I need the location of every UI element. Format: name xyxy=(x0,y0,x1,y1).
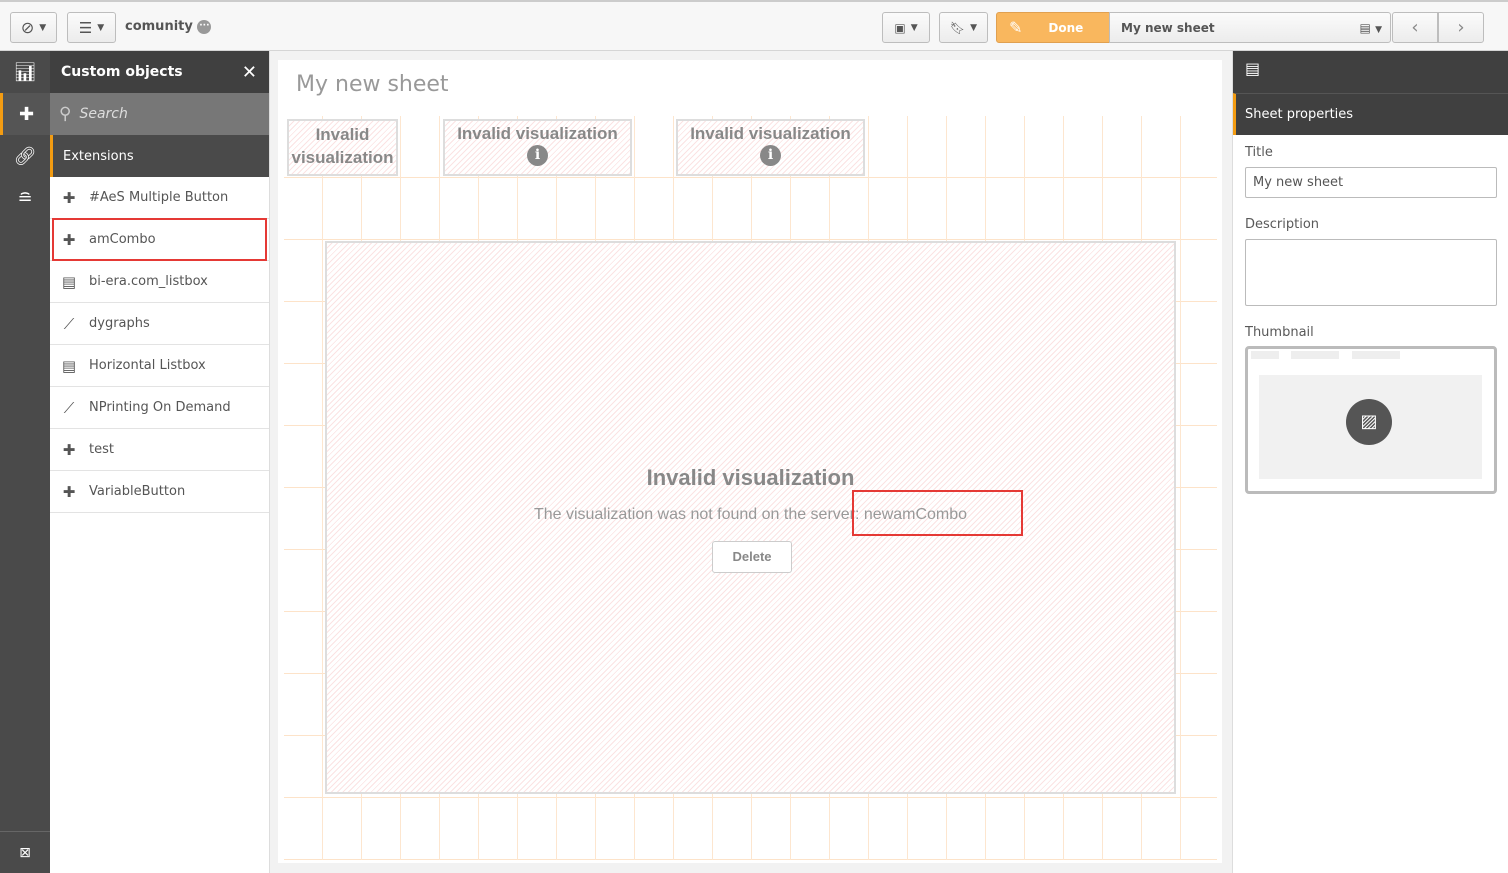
highlight-box xyxy=(52,218,267,261)
extension-item[interactable]: ⟋ NPrinting On Demand xyxy=(50,387,269,429)
puzzle-icon: ✚ xyxy=(62,482,76,501)
app-name[interactable]: comunity ··· xyxy=(125,19,212,34)
extension-label: test xyxy=(89,442,114,457)
custom-objects-panel: Custom objects ✕ ⚲ Search Extensions ✚ #AeS… xyxy=(50,51,270,873)
story-button[interactable]: ▣ ▼ xyxy=(882,12,930,43)
line-chart-icon: ⟋ xyxy=(63,398,75,417)
title-input[interactable]: My new sheet xyxy=(1245,167,1497,198)
more-icon: ··· xyxy=(197,19,212,34)
extension-label: dygraphs xyxy=(89,316,150,331)
highlight-box xyxy=(852,490,1023,536)
present-icon: ▣ xyxy=(894,20,906,35)
viz-error-title: Invalid visualization xyxy=(646,465,855,490)
sheet-icon: ▤ xyxy=(1245,59,1261,78)
puzzle-icon: ✚ xyxy=(62,188,76,207)
search-icon: ⚲ xyxy=(59,104,72,124)
navigation-menu-button[interactable]: ⊘ ▼ xyxy=(10,12,57,43)
extension-item[interactable]: ✚ test xyxy=(50,429,269,471)
extension-item[interactable]: ✚ #AeS Multiple Button xyxy=(50,177,269,219)
extension-item[interactable]: ⟋ dygraphs xyxy=(50,303,269,345)
asset-rail: 📊︎ ✚ 🔗︎ ≘ ⊠ xyxy=(0,51,50,873)
invalid-viz-2[interactable]: Invalid visualization i xyxy=(443,119,632,176)
invalid-viz-main[interactable]: Invalid visualization The visualization … xyxy=(325,241,1176,794)
thumbnail-label: Thumbnail xyxy=(1245,325,1314,340)
extension-label: bi-era.com_listbox xyxy=(89,274,208,289)
close-icon[interactable]: ✕ xyxy=(242,62,257,83)
puzzle-icon: ✚ xyxy=(62,440,76,459)
chevron-left-icon: ‹ xyxy=(1411,17,1419,38)
properties-panel: ▤ Sheet properties Title My new sheet De… xyxy=(1232,51,1508,873)
viz-error-message: The visualization was not found on the s… xyxy=(533,506,968,523)
bar-chart-icon: 📊︎ xyxy=(13,61,37,83)
sheet-title[interactable]: My new sheet xyxy=(296,72,449,97)
description-input[interactable] xyxy=(1245,239,1497,306)
sheet-icon: ▤ xyxy=(1359,20,1371,35)
custom-objects-tab[interactable]: ✚ xyxy=(0,93,50,135)
delete-button[interactable]: Delete xyxy=(712,541,792,573)
extension-item[interactable]: ✚ amCombo xyxy=(50,218,269,261)
invalid-viz-3[interactable]: Invalid visualization i xyxy=(676,119,865,176)
list-icon: ☰ xyxy=(78,18,93,37)
bookmark-button[interactable]: 🔖︎ ▼ xyxy=(939,12,988,43)
image-icon: ▨ xyxy=(1346,399,1392,445)
bookmark-icon: 🔖︎ xyxy=(949,20,966,35)
extension-label: VariableButton xyxy=(89,484,186,499)
description-label: Description xyxy=(1245,217,1320,232)
extension-item[interactable]: ▤ bi-era.com_listbox xyxy=(50,261,269,303)
sheet-properties-header[interactable]: Sheet properties xyxy=(1233,93,1508,135)
line-chart-icon: ⟋ xyxy=(63,314,75,333)
extension-label: Horizontal Listbox xyxy=(89,358,206,373)
charts-tab[interactable]: 📊︎ xyxy=(0,51,50,93)
invalid-viz-1[interactable]: Invalid visualization xyxy=(287,119,398,176)
next-sheet-button[interactable]: › xyxy=(1438,12,1484,43)
extensions-category[interactable]: Extensions xyxy=(50,135,269,177)
info-icon[interactable]: i xyxy=(527,145,548,166)
listbox-icon: ▤ xyxy=(61,356,77,375)
variable-icon: ⊠ xyxy=(19,844,31,861)
listbox-icon: ▤ xyxy=(61,272,77,291)
thumbnail-picker[interactable]: ▨ xyxy=(1245,346,1497,494)
title-label: Title xyxy=(1245,145,1273,160)
fields-tab[interactable]: ≘ xyxy=(0,177,50,219)
panel-title: Custom objects xyxy=(61,64,183,80)
extension-item[interactable]: ▤ Horizontal Listbox xyxy=(50,345,269,387)
extension-label: #AeS Multiple Button xyxy=(89,190,229,205)
info-icon[interactable]: i xyxy=(760,145,781,166)
extension-item[interactable]: ✚ VariableButton xyxy=(50,471,269,513)
puzzle-icon: ✚ xyxy=(18,103,35,125)
link-icon: 🔗︎ xyxy=(13,145,37,167)
master-items-tab[interactable]: 🔗︎ xyxy=(0,135,50,177)
top-toolbar: ⊘ ▼ ☰ ▼ comunity ··· ▣ ▼ 🔖︎ ▼ ✎ Done My new s… xyxy=(0,0,1508,51)
global-menu-button[interactable]: ☰ ▼ xyxy=(67,12,116,43)
done-button[interactable]: ✎ Done xyxy=(996,12,1110,43)
search-input[interactable]: ⚲ Search xyxy=(50,93,269,135)
chevron-right-icon: › xyxy=(1457,17,1465,38)
previous-sheet-button[interactable]: ‹ xyxy=(1392,12,1438,43)
extension-label: NPrinting On Demand xyxy=(89,400,231,415)
variables-button[interactable]: ⊠ xyxy=(0,831,50,873)
sheet-selector[interactable]: My new sheet ▤ ▼ xyxy=(1109,12,1391,43)
pencil-icon: ✎ xyxy=(1009,18,1023,37)
compass-icon: ⊘ xyxy=(20,18,35,37)
database-icon: ≘ xyxy=(17,187,33,209)
